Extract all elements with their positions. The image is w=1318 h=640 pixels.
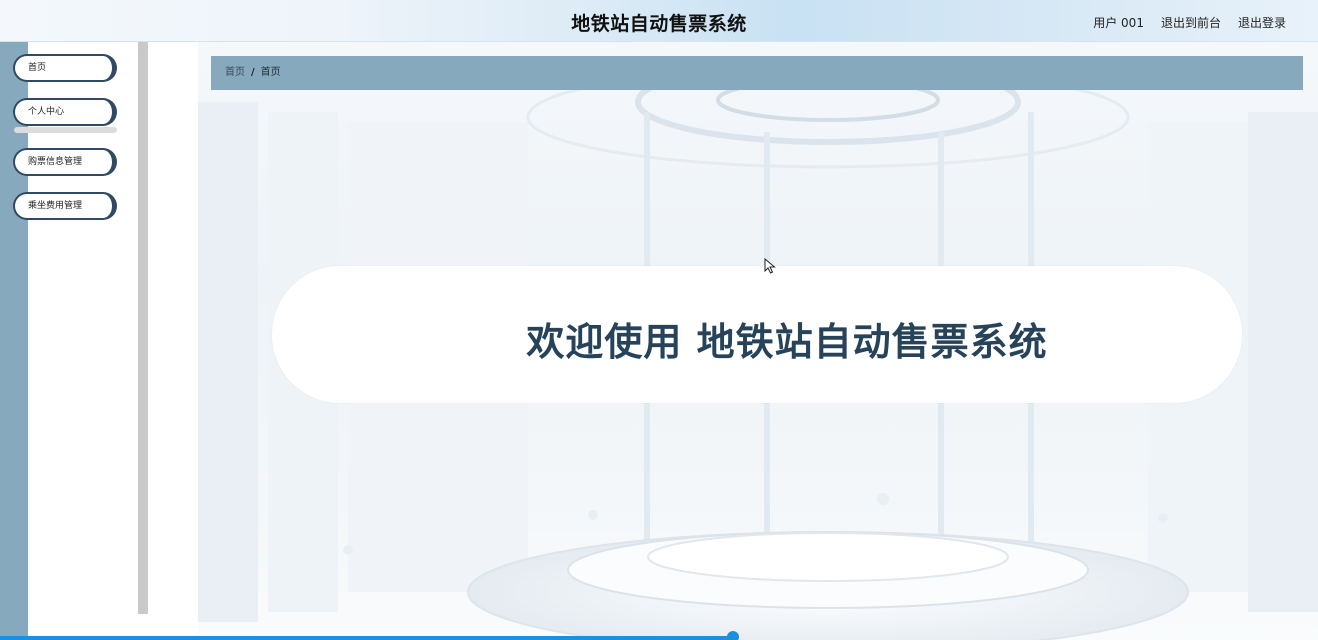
sidebar-item-personal-center[interactable]: 个人中心 [13, 98, 117, 126]
sidebar-item-home[interactable]: 首页 [13, 54, 117, 82]
breadcrumb-current: 首页 [260, 67, 281, 78]
sidebar-item-label: 个人中心 [28, 107, 65, 117]
welcome-text: 欢迎使用 地铁站自动售票系统 [526, 320, 1048, 364]
header-actions: 用户 001 退出到前台 退出登录 [1093, 14, 1286, 31]
breadcrumb-separator: / [251, 67, 255, 78]
mouse-cursor-icon [764, 258, 776, 274]
sidebar-item-ticket-info[interactable]: 购票信息管理 [13, 148, 117, 176]
breadcrumb: 首页 / 首页 [211, 56, 1303, 90]
breadcrumb-home[interactable]: 首页 [225, 67, 245, 78]
sidebar-item-ride-fee[interactable]: 乘坐费用管理 [13, 192, 117, 220]
progress-handle[interactable] [727, 631, 739, 640]
sidebar-item-label: 购票信息管理 [28, 157, 83, 167]
logout-link[interactable]: 退出登录 [1238, 14, 1286, 31]
sidebar-item-label: 首页 [28, 63, 47, 73]
bottom-progress-bar [0, 636, 735, 640]
current-user: 用户 001 [1093, 16, 1144, 30]
sidebar-scrollbar[interactable] [138, 42, 148, 614]
sidebar-item-label: 乘坐费用管理 [28, 201, 83, 211]
back-to-front-link[interactable]: 退出到前台 [1161, 14, 1221, 31]
app-root: 地铁站自动售票系统 用户 001 退出到前台 退出登录 首页 个人中心 购票信息… [0, 0, 1318, 640]
top-header: 地铁站自动售票系统 用户 001 退出到前台 退出登录 [0, 0, 1318, 42]
welcome-card: 欢迎使用 地铁站自动售票系统 [272, 266, 1242, 403]
sidebar-gap [148, 42, 198, 640]
sidebar-item-indicator [14, 127, 117, 133]
